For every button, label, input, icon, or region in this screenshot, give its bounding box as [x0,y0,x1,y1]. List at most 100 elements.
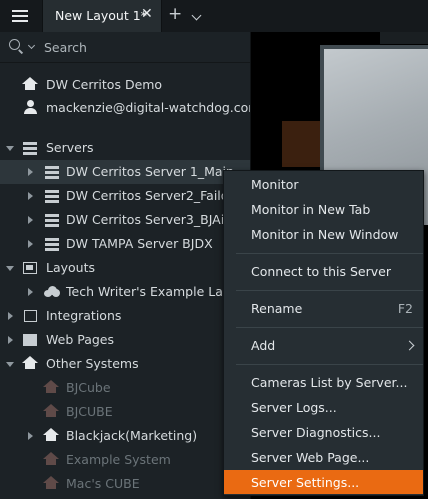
home-icon [22,356,38,363]
menu-item-label: Connect to this Server [251,264,391,279]
menu-separator [236,327,423,328]
other-system-name: Mac's CUBE [66,476,140,491]
menu-item-label: Cameras List by Server... [251,375,408,390]
menu-separator [236,253,423,254]
layouts-label: Layouts [46,260,96,275]
tab-label: New Layout 1* [55,8,147,23]
server-icon [45,213,59,227]
tree-group-integrations[interactable]: Integrations [0,304,250,328]
menu-item-rename[interactable]: Rename F2 [224,296,423,320]
collapse-arrow-icon[interactable] [6,362,14,367]
menu-item-label: Monitor [251,177,299,192]
offline-system-icon-body [46,459,56,465]
tree-group-servers[interactable]: Servers [0,136,250,160]
menu-item-server-settings[interactable]: Server Settings... [224,470,423,494]
menu-item-monitor-new-tab[interactable]: Monitor in New Tab [224,197,423,221]
collapse-arrow-icon[interactable] [6,146,14,151]
server-icon [45,237,59,251]
collapse-arrow-icon[interactable] [6,266,14,271]
context-menu: Monitor Monitor in New Tab Monitor in Ne… [223,170,424,496]
other-systems-label: Other Systems [46,356,139,371]
home-icon [43,428,59,435]
user-icon-body [24,108,37,114]
other-system-name: Example System [66,452,171,467]
add-tab-icon[interactable]: + [168,4,182,24]
home-icon-body [46,435,56,441]
tree-server-item[interactable]: DW Cerritos Server 1_Main [0,160,250,184]
integrations-icon [24,310,37,322]
server-name: DW TAMPA Server BJDX [66,236,213,251]
expand-arrow-icon[interactable] [28,432,33,440]
menu-item-label: Server Diagnostics... [251,425,381,440]
layout-icon [23,262,37,274]
tab-new-layout[interactable]: New Layout 1* ✕ [42,0,162,32]
tree-server-item[interactable]: DW Cerritos Server2_Failover [0,184,250,208]
menu-separator [236,290,423,291]
cloud-layout-icon [44,286,60,297]
tree-other-system-item[interactable]: BJCUBE [0,400,250,424]
menu-item-label: Server Web Page... [251,450,370,465]
chevron-right-icon [404,340,415,351]
home-icon-body [25,363,35,369]
camera-toolbar [380,32,428,44]
tree-system-row[interactable]: DW Cerritos Demo [0,73,250,97]
menu-item-server-diagnostics[interactable]: Server Diagnostics... [224,420,423,444]
user-email: mackenzie@digital-watchdog.com [46,100,250,115]
menu-item-label: Monitor in New Tab [251,202,371,217]
tree-group-layouts[interactable]: Layouts [0,256,250,280]
system-name: DW Cerritos Demo [46,77,163,92]
web-page-icon [23,334,37,346]
server-name: DW Cerritos Server2_Failover [66,188,249,203]
tree-other-system-item[interactable]: Blackjack(Marketing) [0,424,250,448]
expand-arrow-icon[interactable] [28,216,33,224]
servers-label: Servers [46,140,94,155]
menu-separator [236,364,423,365]
hamburger-icon[interactable] [0,0,40,32]
server-icon [45,165,59,179]
chevron-down-icon[interactable] [27,41,36,50]
close-icon[interactable]: ✕ [141,6,153,22]
search-bar [0,32,250,63]
expand-arrow-icon[interactable] [28,288,33,296]
tree-server-item[interactable]: DW Cerritos Server3_BJAi [0,208,250,232]
home-icon-body [25,84,35,90]
menu-item-server-web-page[interactable]: Server Web Page... [224,445,423,469]
expand-arrow-icon[interactable] [28,240,33,248]
menu-item-server-logs[interactable]: Server Logs... [224,395,423,419]
offline-system-icon-body [46,411,56,417]
home-icon [22,77,38,84]
tree-group-web-pages[interactable]: Web Pages [0,328,250,352]
tree-other-system-item[interactable]: BJCube [0,376,250,400]
menu-item-monitor[interactable]: Monitor [224,172,423,196]
chevron-down-icon[interactable] [191,10,202,21]
server-icon [45,189,59,203]
other-system-name: BJCube [66,380,111,395]
expand-arrow-icon[interactable] [8,312,13,320]
offline-system-icon [43,380,59,387]
server-icon [23,141,37,155]
offline-system-icon [43,404,59,411]
offline-system-icon [43,452,59,459]
menu-item-add[interactable]: Add [224,333,423,357]
web-pages-label: Web Pages [46,332,114,347]
menu-item-connect[interactable]: Connect to this Server [224,259,423,283]
search-icon[interactable] [9,39,20,50]
tree-user-row[interactable]: mackenzie@digital-watchdog.com [0,96,250,120]
camera-overlay [282,121,320,167]
expand-arrow-icon[interactable] [8,336,13,344]
tree-server-item[interactable]: DW TAMPA Server BJDX [0,232,250,256]
other-system-name: BJCUBE [66,404,113,419]
tree-group-other-systems[interactable]: Other Systems [0,352,250,376]
menu-item-cameras-list[interactable]: Cameras List by Server... [224,370,423,394]
resource-tree-panel: DW Cerritos Demo mackenzie@digital-watch… [0,32,251,499]
tab-bar: New Layout 1* ✕ + [0,0,428,32]
tree-other-system-item[interactable]: Example System [0,448,250,472]
tree-layout-item[interactable]: Tech Writer's Example Layout [0,280,250,304]
search-input[interactable] [44,37,234,57]
menu-item-label: Monitor in New Window [251,227,399,242]
server-name: DW Cerritos Server 1_Main [66,164,234,179]
menu-item-monitor-new-window[interactable]: Monitor in New Window [224,222,423,246]
tree-other-system-item[interactable]: Mac's CUBE [0,472,250,496]
expand-arrow-icon[interactable] [28,192,33,200]
expand-arrow-icon[interactable] [28,168,33,176]
